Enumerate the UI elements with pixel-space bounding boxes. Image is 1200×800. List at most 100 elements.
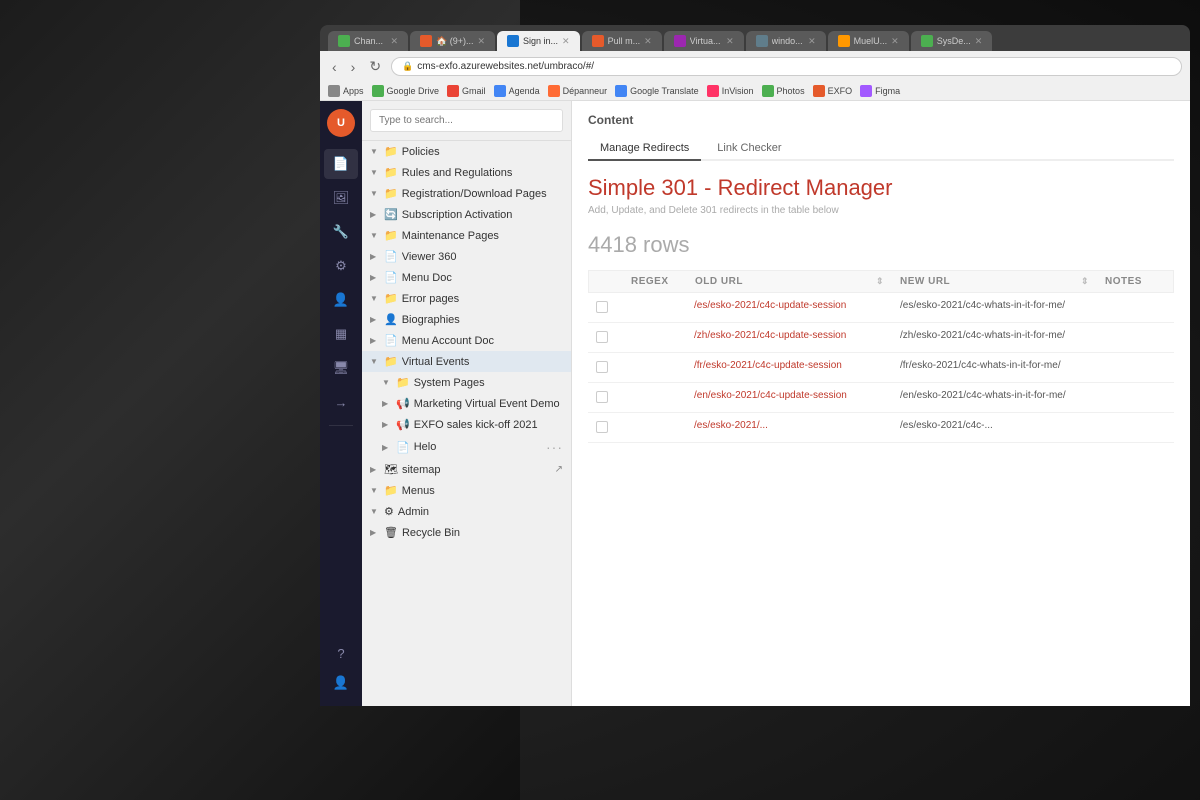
bookmark-exfo[interactable]: EXFO (813, 85, 853, 97)
reload-button[interactable]: ↻ (365, 56, 385, 77)
tree-item-0[interactable]: ▼ 📁 Policies (362, 141, 571, 162)
tree-item-17[interactable]: ▼ ⚙ Admin (362, 501, 571, 522)
tree-item-1[interactable]: ▼ 📁 Rules and Regulations (362, 162, 571, 183)
tree-item-icon: 🔄 (384, 208, 398, 221)
table-row-3[interactable]: /en/esko-2021/c4c-update-session /en/esk… (588, 383, 1174, 413)
tree-arrow: ▼ (370, 231, 380, 240)
tree-item-label: Admin (398, 506, 563, 518)
tree-item-dots[interactable]: ··· (546, 439, 563, 455)
browser-toolbar: ‹ › ↻ 🔒 cms-exfo.azurewebsites.net/umbra… (320, 51, 1190, 82)
sidebar-icon-user[interactable]: 👤 (324, 668, 358, 698)
row-old-url[interactable]: /zh/esko-2021/c4c-update-session (694, 329, 872, 343)
tree-arrow: ▼ (370, 294, 380, 303)
tree-item-15[interactable]: ▶ 🗺 sitemap ↗ (362, 459, 571, 480)
tree-arrow: ▶ (382, 443, 392, 452)
table-row-0[interactable]: /es/esko-2021/c4c-update-session /es/esk… (588, 293, 1174, 323)
sidebar-icon-help[interactable]: ? (324, 638, 358, 668)
bookmark-invision[interactable]: InVision (707, 85, 754, 97)
tree-item-icon: 📢 (396, 397, 410, 410)
table-row-2[interactable]: /fr/esko-2021/c4c-update-session /fr/esk… (588, 353, 1174, 383)
tree-content[interactable]: ▼ 📁 Policies ▼ 📁 Rules and Regulations ▼… (362, 141, 571, 706)
bookmark-gmail[interactable]: Gmail (447, 85, 486, 97)
tree-item-9[interactable]: ▶ 📄 Menu Account Doc (362, 330, 571, 351)
tree-item-13[interactable]: ▶ 📢 EXFO sales kick-off 2021 (362, 414, 571, 435)
tree-item-18[interactable]: ▶ 🗑 Recycle Bin (362, 522, 571, 543)
back-button[interactable]: ‹ (328, 57, 341, 77)
forward-button[interactable]: › (347, 57, 360, 77)
tree-item-icon: 🗺 (384, 463, 398, 476)
sidebar-icon-arrow[interactable]: → (324, 387, 358, 417)
bookmark-photos[interactable]: Photos (762, 85, 805, 97)
browser-tab-t8[interactable]: SysDe... ✕ (911, 31, 993, 51)
bookmark-google-drive[interactable]: Google Drive (372, 85, 440, 97)
tree-item-10[interactable]: ▼ 📁 Virtual Events (362, 351, 571, 372)
row-new-url: /en/esko-2021/c4c-whats-in-it-for-me/ (900, 389, 1078, 403)
tree-item-icon: 📄 (384, 334, 398, 347)
icon-bar-bottom: ?👤 (324, 638, 358, 698)
tree-item-2[interactable]: ▼ 📁 Registration/Download Pages (362, 183, 571, 204)
row-old-url[interactable]: /es/esko-2021/... (694, 419, 872, 433)
content-panel[interactable]: Content Manage RedirectsLink Checker Sim… (572, 101, 1190, 706)
browser-tab-t7[interactable]: MuelU... ✕ (828, 31, 909, 51)
tree-arrow: ▼ (370, 189, 380, 198)
tree-item-icon: 📁 (384, 187, 398, 200)
browser-tab-t5[interactable]: Virtua... ✕ (664, 31, 744, 51)
tree-item-label: Subscription Activation (402, 209, 563, 221)
col-new-url-sort[interactable]: ⇕ (1081, 276, 1101, 287)
tree-item-label: Menu Doc (402, 272, 563, 284)
tree-item-11[interactable]: ▼ 📁 System Pages (362, 372, 571, 393)
bookmark-apps[interactable]: Apps (328, 85, 364, 97)
tree-item-icon: 👤 (384, 313, 398, 326)
tree-item-12[interactable]: ▶ 📢 Marketing Virtual Event Demo (362, 393, 571, 414)
tree-item-icon: 📁 (384, 292, 398, 305)
col-old-url-sort[interactable]: ⇕ (876, 276, 896, 287)
tree-item-4[interactable]: ▼ 📁 Maintenance Pages (362, 225, 571, 246)
tree-item-5[interactable]: ▶ 📄 Viewer 360 (362, 246, 571, 267)
search-input[interactable] (370, 109, 563, 132)
content-tab-manage-redirects[interactable]: Manage Redirects (588, 137, 701, 161)
browser-tab-t6[interactable]: windo... ✕ (746, 31, 826, 51)
browser-tab-t2[interactable]: 🏠 (9+)... ✕ (410, 31, 495, 51)
sidebar-icon-media[interactable]: 🖼 (324, 183, 358, 213)
row-old-url[interactable]: /fr/esko-2021/c4c-update-session (694, 359, 872, 373)
browser-tab-t4[interactable]: Pull m... ✕ (582, 31, 662, 51)
row-new-url: /es/esko-2021/c4c-... (900, 419, 1078, 433)
row-checkbox[interactable] (596, 299, 626, 316)
tree-arrow: ▶ (382, 420, 392, 429)
tree-item-label: Helo (414, 441, 542, 453)
row-checkbox[interactable] (596, 329, 626, 346)
row-new-url: /es/esko-2021/c4c-whats-in-it-for-me/ (900, 299, 1078, 313)
row-old-url[interactable]: /en/esko-2021/c4c-update-session (694, 389, 872, 403)
tree-arrow: ▼ (370, 147, 380, 156)
table-row-4[interactable]: /es/esko-2021/... /es/esko-2021/c4c-... (588, 413, 1174, 443)
content-tab-link-checker[interactable]: Link Checker (705, 137, 793, 161)
sidebar-icon-users[interactable]: 👤 (324, 285, 358, 315)
table-row-1[interactable]: /zh/esko-2021/c4c-update-session /zh/esk… (588, 323, 1174, 353)
address-bar[interactable]: 🔒 cms-exfo.azurewebsites.net/umbraco/#/ (391, 57, 1182, 76)
tree-item-icon: 📢 (396, 418, 410, 431)
browser-tab-t1[interactable]: Chan... ✕ (328, 31, 408, 51)
row-checkbox[interactable] (596, 419, 626, 436)
tree-item-8[interactable]: ▶ 👤 Biographies (362, 309, 571, 330)
tree-item-14[interactable]: ▶ 📄 Helo ··· (362, 435, 571, 459)
sidebar-icon-config[interactable]: ⚙ (324, 251, 358, 281)
bookmark-dépanneur[interactable]: Dépanneur (548, 85, 608, 97)
row-checkbox[interactable] (596, 359, 626, 376)
bookmark-figma[interactable]: Figma (860, 85, 900, 97)
sidebar-icon-settings[interactable]: 🔧 (324, 217, 358, 247)
tree-item-7[interactable]: ▼ 📁 Error pages (362, 288, 571, 309)
tree-item-3[interactable]: ▶ 🔄 Subscription Activation (362, 204, 571, 225)
bookmark-google-translate[interactable]: Google Translate (615, 85, 699, 97)
tree-item-16[interactable]: ▼ 📁 Menus (362, 480, 571, 501)
tree-arrow: ▼ (370, 486, 380, 495)
row-checkbox[interactable] (596, 389, 626, 406)
sidebar-icon-deploy[interactable]: 🖥 (324, 353, 358, 383)
tree-arrow: ▶ (370, 210, 380, 219)
tree-item-6[interactable]: ▶ 📄 Menu Doc (362, 267, 571, 288)
bookmark-agenda[interactable]: Agenda (494, 85, 540, 97)
tree-item-icon: 📁 (384, 229, 398, 242)
sidebar-icon-forms[interactable]: ▦ (324, 319, 358, 349)
sidebar-icon-content[interactable]: 📄 (324, 149, 358, 179)
row-old-url[interactable]: /es/esko-2021/c4c-update-session (694, 299, 872, 313)
browser-tab-t3[interactable]: Sign in... ✕ (497, 31, 580, 51)
